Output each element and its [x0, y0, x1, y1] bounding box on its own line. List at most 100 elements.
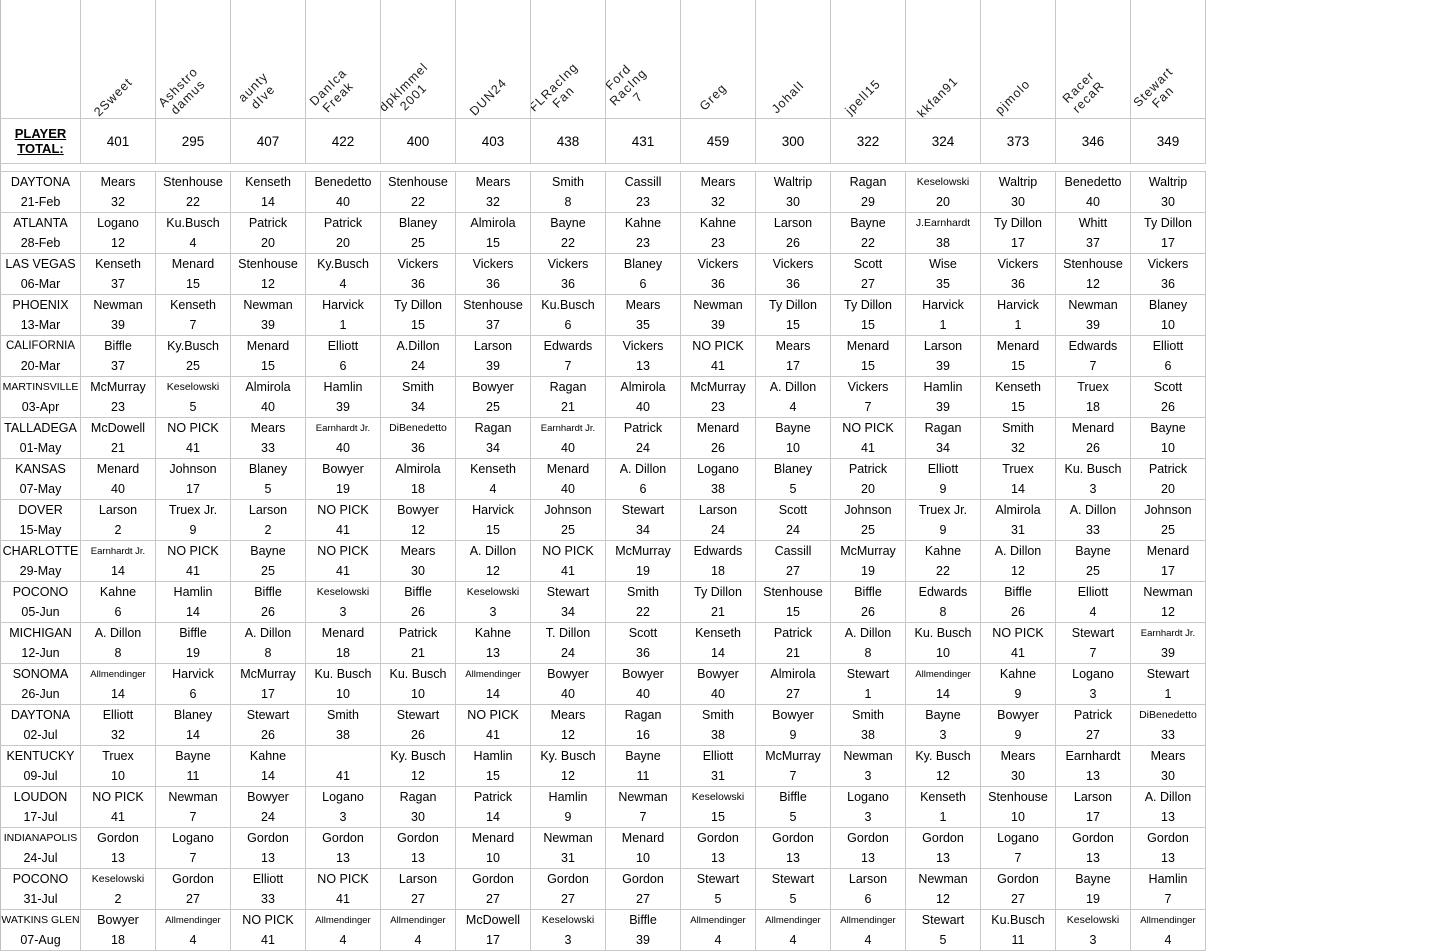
pick-points-cell: 3 [830, 807, 906, 828]
pick-points-cell: 40 [605, 684, 681, 705]
driver-pick-cell: Earnhardt Jr. [305, 417, 381, 438]
driver-pick-cell: Keselowski [680, 786, 756, 807]
driver-pick-cell: Truex [80, 745, 156, 766]
pick-points-cell: 1 [905, 807, 981, 828]
pick-points-cell: 38 [905, 233, 981, 254]
pick-points-cell: 30 [1130, 192, 1206, 213]
driver-pick-cell: Stewart [380, 704, 456, 725]
driver-pick-cell: Newman [680, 294, 756, 315]
player-total-value: 324 [905, 118, 981, 164]
driver-pick-cell: Elliott [230, 868, 306, 889]
pick-points-cell: 18 [680, 561, 756, 582]
pick-points-cell: 30 [1130, 766, 1206, 787]
pick-points-cell: 7 [980, 848, 1056, 869]
pick-points-cell: 35 [605, 315, 681, 336]
driver-pick-cell: Kahne [980, 663, 1056, 684]
driver-pick-cell: Mears [680, 171, 756, 192]
pick-points-cell: 6 [80, 602, 156, 623]
pick-points-cell: 11 [155, 766, 231, 787]
pick-points-cell: 5 [230, 479, 306, 500]
pick-points-cell: 13 [605, 356, 681, 377]
pick-points-cell: 12 [905, 766, 981, 787]
pick-points-cell: 12 [905, 889, 981, 910]
driver-pick-cell: Mears [530, 704, 606, 725]
pick-points-cell: 27 [755, 684, 831, 705]
driver-pick-cell: Menard [155, 253, 231, 274]
driver-pick-cell: Gordon [605, 868, 681, 889]
driver-pick-cell: NO PICK [980, 622, 1056, 643]
pick-points-cell: 21 [755, 643, 831, 664]
race-track-label: SONOMA [0, 663, 81, 684]
driver-pick-cell: Gordon [830, 827, 906, 848]
pick-points-cell: 6 [1130, 356, 1206, 377]
driver-pick-cell: Allmendinger [305, 909, 381, 930]
rotated-label-wrapper: Stewart Fan [1132, 0, 1205, 116]
driver-pick-cell: Earnhardt Jr. [530, 417, 606, 438]
pick-points-cell: 24 [530, 643, 606, 664]
player-total-label-line2: TOTAL: [17, 141, 64, 156]
driver-pick-cell: Blaney [605, 253, 681, 274]
pick-points-cell: 14 [455, 684, 531, 705]
race-track-label: DAYTONA [0, 704, 81, 725]
race-track-label: LOUDON [0, 786, 81, 807]
pick-points-cell: 41 [455, 725, 531, 746]
race-track-label: MICHIGAN [0, 622, 81, 643]
player-column-header: DUN24 [455, 0, 531, 119]
player-column-header: dpkImmel 2001 [380, 0, 456, 119]
driver-pick-cell: Johnson [830, 499, 906, 520]
driver-pick-cell: Almirola [755, 663, 831, 684]
pick-points-cell: 9 [155, 520, 231, 541]
pick-points-cell: 21 [680, 602, 756, 623]
pick-points-cell: 6 [830, 889, 906, 910]
race-points-row: 31-Jul 2 27 33 41 27 27 27 27 5 5 6 12 27 19 7 [0, 889, 1206, 910]
driver-pick-cell: Kenseth [155, 294, 231, 315]
spacer-row [0, 163, 1206, 172]
pick-points-cell: 15 [755, 602, 831, 623]
driver-pick-cell: Stenhouse [755, 581, 831, 602]
race-date-label: 07-May [0, 479, 81, 500]
pick-points-cell: 14 [455, 807, 531, 828]
pick-points-cell: 15 [455, 233, 531, 254]
pick-points-cell: 22 [530, 233, 606, 254]
pick-points-cell: 4 [1130, 930, 1206, 951]
driver-pick-cell: Allmendinger [380, 909, 456, 930]
race-track-label: INDIANAPOLIS [0, 827, 81, 848]
rotated-label-wrapper: jpell15 [832, 0, 905, 118]
pick-points-cell: 23 [680, 397, 756, 418]
pick-points-cell: 18 [305, 643, 381, 664]
driver-pick-cell: Newman [80, 294, 156, 315]
driver-pick-cell: Patrick [305, 212, 381, 233]
pick-points-cell: 41 [305, 561, 381, 582]
driver-pick-cell: Logano [80, 212, 156, 233]
driver-pick-cell: Truex Jr. [155, 499, 231, 520]
player-name-label: 2Sweet [91, 75, 136, 119]
player-column-header: Stewart Fan [1130, 0, 1206, 119]
pick-points-cell: 40 [230, 397, 306, 418]
pick-points-cell: 3 [305, 602, 381, 623]
pick-points-cell: 1 [305, 315, 381, 336]
player-total-value: 431 [605, 118, 681, 164]
driver-pick-cell: Stenhouse [980, 786, 1056, 807]
player-total-label-line1: PLAYER [14, 126, 67, 141]
driver-pick-cell: A. Dillon [605, 458, 681, 479]
race-pick-row: LAS VEGAS Kenseth Menard Stenhouse Ky.Busch V… [0, 253, 1206, 274]
pick-points-cell: 15 [830, 315, 906, 336]
driver-pick-cell: Smith [305, 704, 381, 725]
driver-pick-cell: Bowyer [530, 663, 606, 684]
pick-points-cell: 19 [830, 561, 906, 582]
driver-pick-cell: Almirola [230, 376, 306, 397]
driver-pick-cell: Ty Dillon [830, 294, 906, 315]
race-date-label: 21-Feb [0, 192, 81, 213]
pick-points-cell: 26 [830, 602, 906, 623]
race-points-row: 09-Jul 10 11 14 41 12 15 12 11 31 7 3 12 30 13 30 [0, 766, 1206, 787]
race-track-label: DAYTONA [0, 171, 81, 192]
player-name-label: dpkImmel 2001 [380, 59, 431, 115]
driver-pick-cell: A. Dillon [80, 622, 156, 643]
driver-pick-cell: Keselowski [1055, 909, 1131, 930]
pick-points-cell: 7 [1055, 643, 1131, 664]
pick-points-cell: 25 [230, 561, 306, 582]
driver-pick-cell: Ku. Busch [1055, 458, 1131, 479]
race-pick-row: POCONO Keselowski Gordon Elliott NO PICK Lars… [0, 868, 1206, 889]
pick-points-cell: 8 [230, 643, 306, 664]
player-name-label: Ford RacIng 7 [605, 61, 650, 109]
